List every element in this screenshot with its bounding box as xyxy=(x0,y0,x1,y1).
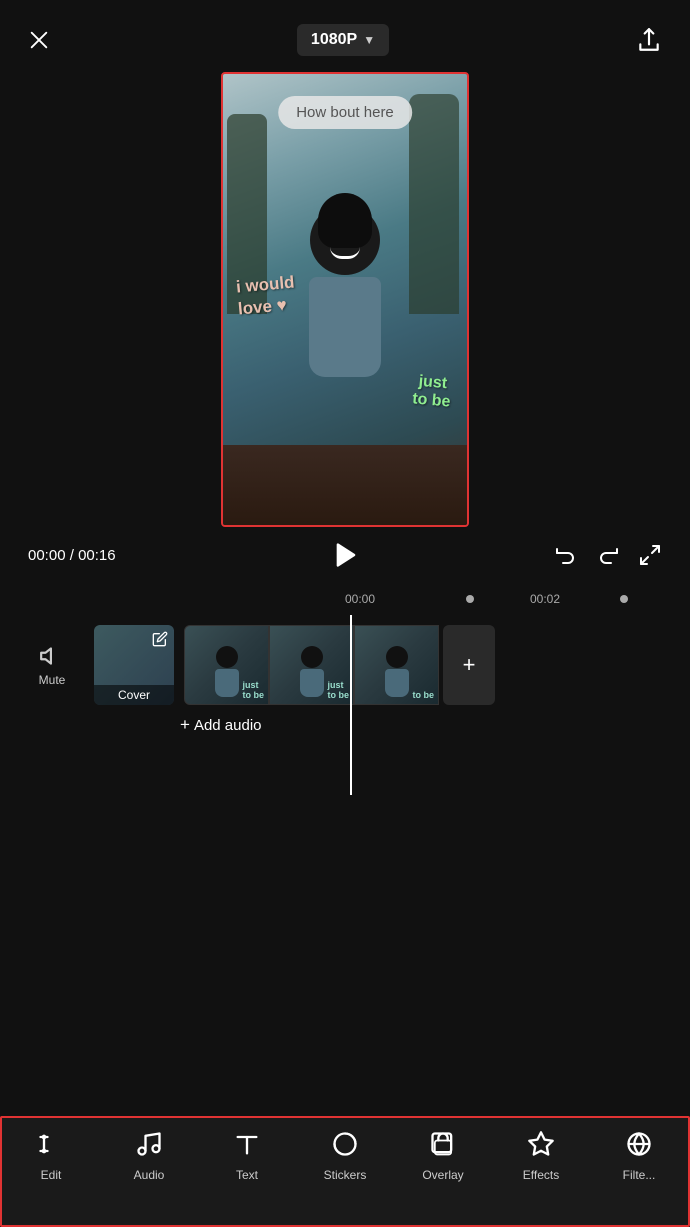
play-icon xyxy=(332,541,360,569)
cover-button[interactable]: Cover xyxy=(94,625,174,705)
sticker-text-2: just to be xyxy=(411,372,452,411)
mini-char-1 xyxy=(213,646,241,696)
close-button[interactable] xyxy=(28,29,50,51)
chevron-down-icon: ▼ xyxy=(363,33,375,47)
cover-label: Cover xyxy=(94,685,174,705)
timeline-tick-2: 00:02 xyxy=(530,592,560,606)
video-overlay: How bout here i would love ♥ just to be xyxy=(223,74,467,525)
timeline-area: Mute Cover justto be xyxy=(0,615,690,795)
toolbar-label-filters: Filte... xyxy=(623,1168,656,1182)
controls-bar: 00:00 / 00:16 xyxy=(0,527,690,583)
fullscreen-button[interactable] xyxy=(638,543,662,567)
mute-button[interactable]: Mute xyxy=(20,643,84,687)
timeline-dot-2 xyxy=(620,595,628,603)
video-preview: How bout here i would love ♥ just to be xyxy=(221,72,469,527)
close-icon xyxy=(28,29,50,51)
timeline-header: 00:00 00:02 xyxy=(0,583,690,615)
total-time: 00:16 xyxy=(78,547,116,564)
overlay-icon xyxy=(429,1130,457,1162)
char-hair xyxy=(318,193,372,248)
undo-button[interactable] xyxy=(554,543,578,567)
add-audio-row: + Add audio xyxy=(0,705,690,741)
mute-icon xyxy=(39,643,65,669)
toolbar-label-effects: Effects xyxy=(523,1168,559,1182)
toolbar-item-overlay[interactable]: Overlay xyxy=(394,1130,492,1182)
add-audio-label[interactable]: Add audio xyxy=(194,717,262,734)
resolution-label: 1080P xyxy=(311,31,357,49)
toolbar-label-edit: Edit xyxy=(41,1168,62,1182)
char-smile xyxy=(330,247,360,259)
add-audio-plus-icon: + xyxy=(180,715,190,735)
controls-center xyxy=(138,541,554,569)
filters-icon xyxy=(625,1130,653,1162)
current-time: 00:00 xyxy=(28,547,66,564)
add-clip-icon: + xyxy=(463,652,476,678)
toolbar-item-filters[interactable]: Filte... xyxy=(590,1130,688,1182)
toolbar-label-text: Text xyxy=(236,1168,258,1182)
timeline-tick-0: 00:00 xyxy=(345,592,375,606)
chat-bubble: How bout here xyxy=(278,96,412,129)
toolbar-item-text[interactable]: Text xyxy=(198,1130,296,1182)
fullscreen-icon xyxy=(638,543,662,567)
export-button[interactable] xyxy=(636,27,662,53)
time-display: 00:00 / 00:16 xyxy=(28,547,138,564)
bottom-toolbar: Edit Audio Text xyxy=(0,1116,690,1227)
mini-char-2 xyxy=(298,646,326,696)
edit-icon xyxy=(37,1130,65,1162)
toolbar-label-stickers: Stickers xyxy=(324,1168,367,1182)
video-preview-wrapper: How bout here i would love ♥ just to be xyxy=(0,72,690,527)
undo-icon xyxy=(554,543,578,567)
sticker-text-1: i would love ♥ xyxy=(235,272,297,321)
strip-thumb-1: justto be xyxy=(184,625,269,705)
play-button[interactable] xyxy=(332,541,360,569)
timeline-playhead xyxy=(350,615,352,795)
video-strip: justto be justto be to be + xyxy=(184,625,690,705)
timeline-tracks: Mute Cover justto be xyxy=(0,615,690,705)
text-icon xyxy=(233,1130,261,1162)
strip-thumb-3: to be xyxy=(354,625,439,705)
redo-icon xyxy=(596,543,620,567)
audio-icon xyxy=(135,1130,163,1162)
toolbar-label-overlay: Overlay xyxy=(422,1168,463,1182)
toolbar-item-effects[interactable]: Effects xyxy=(492,1130,590,1182)
stickers-icon xyxy=(331,1130,359,1162)
cover-edit-icon xyxy=(152,631,168,650)
toolbar-label-audio: Audio xyxy=(134,1168,165,1182)
toolbar-item-stickers[interactable]: Stickers xyxy=(296,1130,394,1182)
resolution-button[interactable]: 1080P ▼ xyxy=(297,24,389,56)
strip-thumb-2: justto be xyxy=(269,625,354,705)
timeline-dot-1 xyxy=(466,595,474,603)
effects-icon xyxy=(527,1130,555,1162)
add-clip-button[interactable]: + xyxy=(443,625,495,705)
mute-label: Mute xyxy=(39,673,66,687)
char-body xyxy=(309,277,381,377)
char-head xyxy=(310,205,380,275)
export-icon xyxy=(636,27,662,53)
toolbar-item-edit[interactable]: Edit xyxy=(2,1130,100,1182)
mini-char-3 xyxy=(383,646,411,696)
redo-button[interactable] xyxy=(596,543,620,567)
controls-right xyxy=(554,543,662,567)
toolbar-item-audio[interactable]: Audio xyxy=(100,1130,198,1182)
cover-thumbnail: Cover xyxy=(94,625,174,705)
top-bar-center: 1080P ▼ xyxy=(297,24,389,56)
character xyxy=(275,205,415,465)
top-bar: 1080P ▼ xyxy=(0,0,690,72)
